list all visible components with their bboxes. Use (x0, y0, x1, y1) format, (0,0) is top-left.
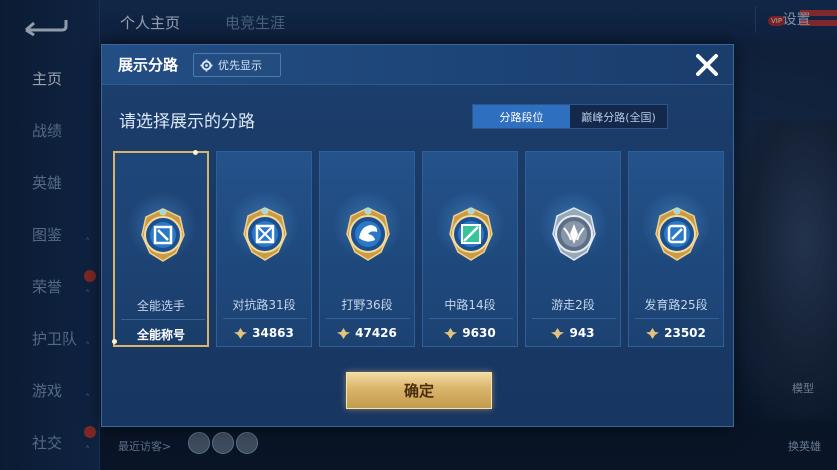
confirm-button[interactable]: 确定 (346, 372, 492, 409)
rank-points-icon (646, 327, 660, 339)
lane-score: 34863 (217, 324, 311, 342)
card-divider (429, 318, 513, 319)
card-divider (532, 318, 616, 319)
lane-rank-label: 游走2段 (551, 298, 595, 312)
card-divider (121, 319, 205, 320)
all-round-emblem-icon (141, 208, 185, 262)
lane-score-value: 23502 (664, 326, 706, 340)
lane-score-value: 34863 (252, 326, 294, 340)
card-divider (635, 318, 719, 319)
rank-points-icon (234, 327, 248, 339)
lane-score: 9630 (423, 324, 517, 342)
lane-rank-label: 全能选手 (136, 299, 185, 313)
close-icon[interactable] (692, 50, 722, 80)
lane-rank-label: 打野36段 (341, 298, 393, 312)
clash-lane-emblem-icon (243, 207, 287, 261)
priority-display-label: 优先显示 (218, 59, 262, 72)
rank-points-icon (551, 327, 565, 339)
lane-score: 全能称号 (115, 325, 207, 343)
lane-rank-label: 对抗路31段 (232, 298, 296, 312)
lane-rank-label: 中路14段 (444, 298, 496, 312)
lane-rank-label: 发育路25段 (644, 298, 708, 312)
card-divider (326, 318, 410, 319)
lane-card-farm-lane[interactable]: 发育路25段 23502 (628, 151, 724, 347)
jungle-emblem-icon (346, 207, 390, 261)
lane-card-mid-lane[interactable]: 中路14段 9630 (422, 151, 518, 347)
dialog-title: 展示分路 (118, 56, 179, 74)
gear-icon (200, 59, 213, 71)
lane-card-all-round[interactable]: 全能选手 全能称号 (112, 150, 209, 347)
lane-score: 47426 (320, 324, 414, 342)
rank-points-icon (444, 327, 458, 339)
dialog-header: 展示分路 优先显示 (102, 45, 733, 85)
lane-card-roam[interactable]: 游走2段 943 (525, 151, 621, 347)
lane-score-value: 全能称号 (136, 327, 185, 342)
lane-score-value: 47426 (355, 326, 397, 340)
lane-score-value: 9630 (462, 326, 496, 340)
lane-score: 943 (526, 324, 620, 342)
lane-card-jungle[interactable]: 打野36段 47426 (319, 151, 415, 347)
farm-lane-emblem-icon (655, 207, 699, 261)
lane-score: 23502 (629, 324, 723, 342)
selection-corner-dot (193, 150, 198, 155)
toggle-peak-lane-national[interactable]: 巅峰分路(全国) (570, 105, 667, 128)
rank-points-icon (337, 327, 351, 339)
lane-score-value: 943 (569, 326, 595, 340)
lane-display-dialog: 展示分路 优先显示 请选择展示的分路 分路段位 巅峰分路(全国) 全能选手 全能… (101, 44, 734, 427)
lane-mode-toggle: 分路段位 巅峰分路(全国) (472, 104, 668, 129)
lane-card-clash-lane[interactable]: 对抗路31段 34863 (216, 151, 312, 347)
roam-emblem-icon (552, 207, 596, 261)
selection-prompt: 请选择展示的分路 (119, 112, 255, 132)
toggle-lane-rank[interactable]: 分路段位 (473, 105, 570, 128)
card-divider (223, 318, 307, 319)
selection-corner-dot (112, 339, 117, 344)
priority-display-button[interactable]: 优先显示 (193, 53, 281, 77)
mid-lane-emblem-icon (449, 207, 493, 261)
